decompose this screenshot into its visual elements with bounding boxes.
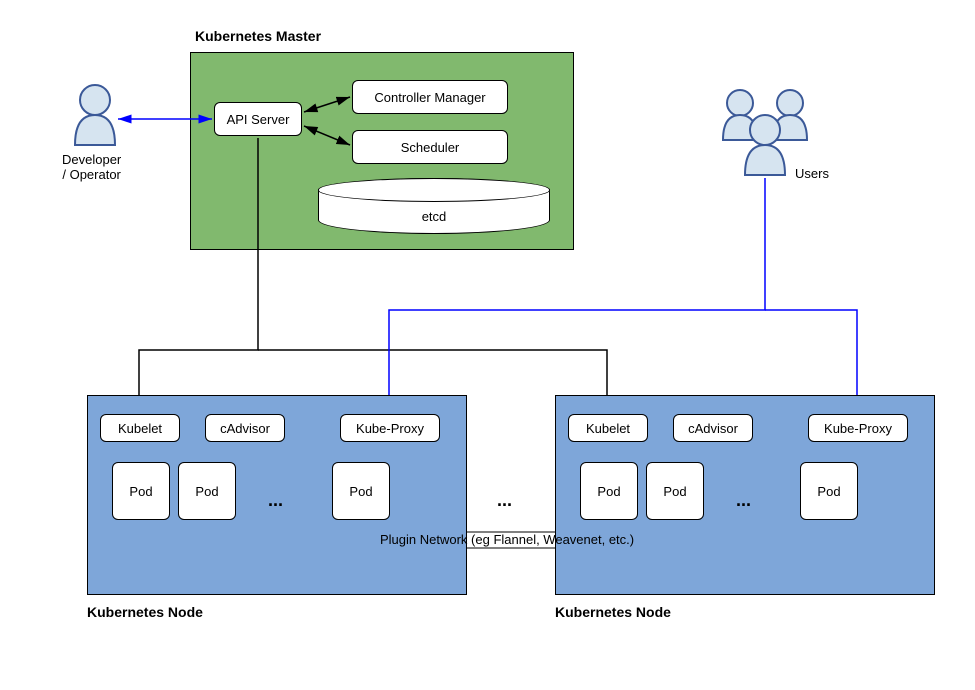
node1-pod2: Pod	[178, 462, 236, 520]
etcd-label: etcd	[319, 209, 549, 224]
node2-ellipsis: ...	[736, 490, 751, 511]
users-icon	[723, 90, 807, 175]
users-label: Users	[795, 166, 829, 181]
node2-cadvisor: cAdvisor	[673, 414, 753, 442]
node2-kubeproxy: Kube-Proxy	[808, 414, 908, 442]
etcd-cylinder: etcd	[318, 178, 550, 234]
node1-cadvisor: cAdvisor	[205, 414, 285, 442]
nodes-ellipsis: ...	[497, 490, 512, 511]
node1-pod1: Pod	[112, 462, 170, 520]
node1-ellipsis: ...	[268, 490, 283, 511]
plugin-network-label: Plugin Network (eg Flannel, Weavenet, et…	[380, 532, 634, 547]
node2-pod3: Pod	[800, 462, 858, 520]
node1-pod3: Pod	[332, 462, 390, 520]
scheduler-box: Scheduler	[352, 130, 508, 164]
node1-title: Kubernetes Node	[87, 604, 203, 620]
node2-kubelet: Kubelet	[568, 414, 648, 442]
api-server-box: API Server	[214, 102, 302, 136]
developer-icon	[75, 85, 115, 145]
node2-pod1: Pod	[580, 462, 638, 520]
node1-kubeproxy: Kube-Proxy	[340, 414, 440, 442]
node2-pod2: Pod	[646, 462, 704, 520]
controller-manager-box: Controller Manager	[352, 80, 508, 114]
developer-label: Developer / Operator	[62, 152, 121, 182]
node1-kubelet: Kubelet	[100, 414, 180, 442]
node2-title: Kubernetes Node	[555, 604, 671, 620]
master-title: Kubernetes Master	[195, 28, 321, 44]
